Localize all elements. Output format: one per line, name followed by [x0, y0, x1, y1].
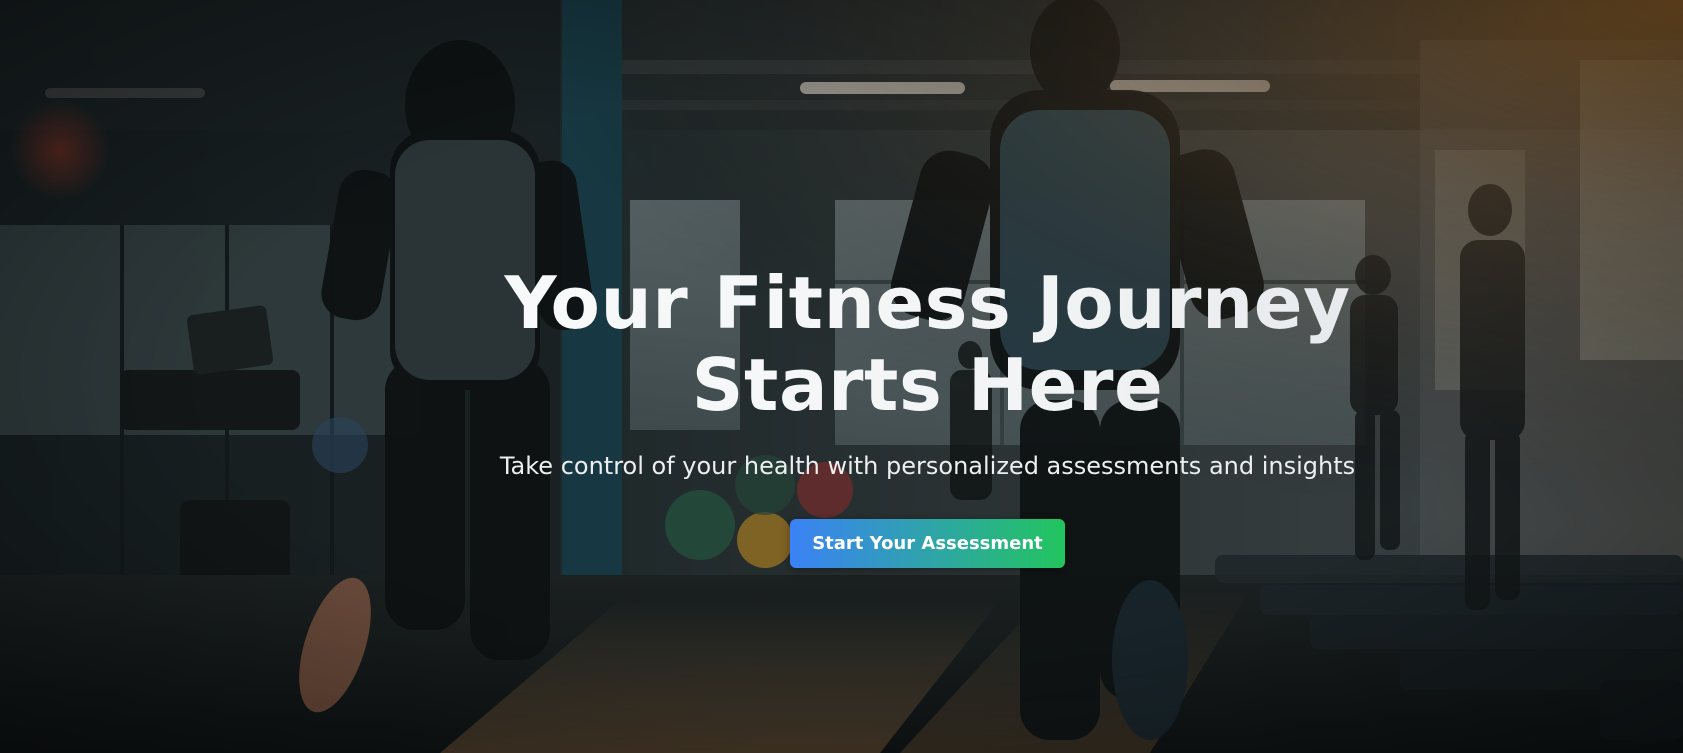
hero-subtitle: Take control of your health with persona… — [499, 452, 1356, 480]
hero-title-line-2: Starts Here — [691, 343, 1164, 427]
hero-content: Your Fitness Journey Starts Here Take co… — [0, 0, 1683, 753]
hero-title-line-1: Your Fitness Journey — [504, 261, 1351, 345]
hero-section: Your Fitness Journey Starts Here Take co… — [0, 0, 1683, 753]
hero-title: Your Fitness Journey Starts Here — [0, 262, 1683, 426]
start-assessment-button[interactable]: Start Your Assessment — [790, 519, 1065, 568]
